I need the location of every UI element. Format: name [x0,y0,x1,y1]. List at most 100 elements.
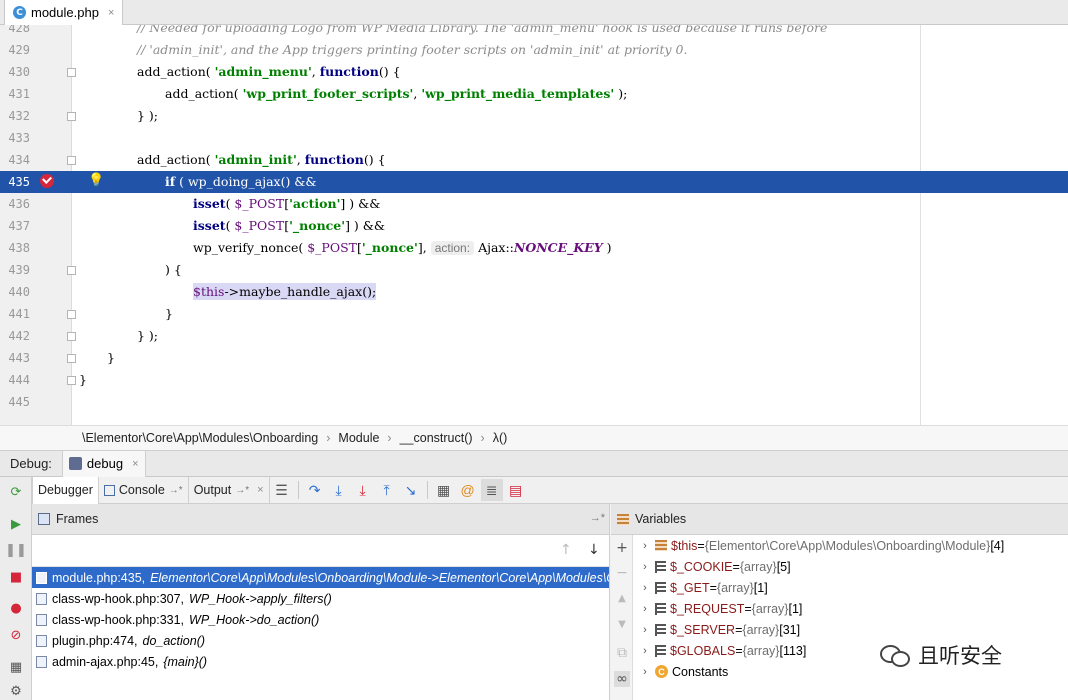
expand-caret-icon[interactable]: › [637,603,653,615]
fold-marker-icon[interactable] [67,266,76,275]
close-tab-icon[interactable]: × [108,7,114,19]
variable-row[interactable]: › $_GET = {array} [1] [633,577,1068,598]
variable-row[interactable]: › $this = {Elementor\Core\App\Modules\On… [633,535,1068,556]
code-line-435-execution-point: 435 💡 if ( wp_doing_ajax() && [0,171,1068,193]
evaluate-expression-icon[interactable]: ▦ [433,479,455,501]
breadcrumb-class[interactable]: Module [338,431,379,445]
frame-row[interactable]: class-wp-hook.php:307, WP_Hook->apply_fi… [32,588,609,609]
variable-row[interactable]: › $_REQUEST = {array} [1] [633,598,1068,619]
expand-caret-icon[interactable]: › [637,561,653,573]
php-file-icon [36,613,47,626]
expand-caret-icon[interactable]: › [637,582,653,594]
array-icon [655,581,666,594]
debug-session-tab[interactable]: debug × [61,450,146,477]
expand-caret-icon[interactable]: › [637,666,653,678]
line-number: 441 [8,307,30,321]
string-token: 'wp_print_media_templates' [421,86,615,101]
breadcrumb-closure[interactable]: λ() [493,431,508,445]
move-up-icon[interactable]: ▲ [614,593,630,609]
variable-equals: = [735,643,743,658]
frame-row[interactable]: admin-ajax.php:45, {main}() [32,651,609,672]
code-token: add_action( [165,86,243,101]
duplicate-watch-icon[interactable]: ⧉ [614,645,630,661]
array-icon [655,602,666,615]
move-down-icon[interactable]: ▼ [614,619,630,635]
frame-row[interactable]: module.php:435, Elementor\Core\App\Modul… [32,567,609,588]
tab-debugger[interactable]: Debugger [32,476,99,504]
add-watch-icon[interactable]: + [614,540,630,556]
next-frame-icon[interactable]: ↓ [588,542,600,558]
breadcrumb-separator: › [387,431,392,445]
code-editor[interactable]: 428 // Needed for uploading Logo from WP… [0,25,1068,425]
fold-marker-icon[interactable] [67,332,76,341]
watch-icon[interactable]: @ [457,479,479,501]
variable-row[interactable]: › C Constants [633,661,1068,682]
php-file-icon [36,655,47,668]
expand-caret-icon[interactable]: › [637,624,653,636]
fold-marker-icon[interactable] [67,68,76,77]
pin-icon[interactable]: →* [235,485,249,496]
editor-tab-module-php[interactable]: C module.php × [4,0,124,25]
pause-icon[interactable]: ❚❚ [5,542,27,558]
fold-marker-icon[interactable] [67,376,76,385]
variable-name: $_COOKIE [670,559,733,574]
step-into-icon[interactable]: ⤓ [328,479,350,501]
stop-icon[interactable]: ■ [8,569,24,585]
mute-breakpoints-icon[interactable]: ⊘ [8,627,24,643]
expand-caret-icon[interactable]: › [637,540,653,552]
lightbulb-icon[interactable]: 💡 [88,173,104,188]
variable-name: $_SERVER [670,622,736,637]
breadcrumb: \Elementor\Core\App\Modules\Onboarding ›… [0,425,1068,451]
debug-side-toolbar: ⟳ ▶ ❚❚ ■ ● ⊘ ▦ ⚙ [0,477,32,700]
breadcrumb-separator: › [326,431,331,445]
pin-icon[interactable]: →* [590,512,605,524]
expand-caret-icon[interactable]: › [637,645,653,657]
variable-row[interactable]: › $_COOKIE = {array} [5] [633,556,1068,577]
close-icon[interactable]: × [132,458,138,470]
variable-equals: = [697,538,705,553]
tab-output[interactable]: Output →* × [189,476,270,504]
frame-row[interactable]: plugin.php:474, do_action() [32,630,609,651]
view-breakpoints-icon[interactable]: ● [8,600,24,616]
step-out-icon[interactable]: ⤒ [376,479,398,501]
restore-layout-icon[interactable]: ▤ [505,479,527,501]
settings-gear-icon[interactable]: ⚙ [8,683,24,699]
frame-location: class-wp-hook.php:307, [52,591,185,606]
previous-frame-icon[interactable]: ↑ [560,542,572,558]
force-step-into-icon[interactable]: ⤓ [352,479,374,501]
breadcrumb-method[interactable]: __construct() [400,431,473,445]
variable-equals: = [732,559,740,574]
breadcrumb-separator: › [480,431,485,445]
variable-row[interactable]: › $_SERVER = {array} [31] [633,619,1068,640]
object-icon [655,540,667,551]
variables-header: Variables [611,504,1068,535]
tab-debugger-label: Debugger [38,483,93,497]
variable-tree: › $this = {Elementor\Core\App\Modules\On… [633,535,1068,682]
rerun-icon[interactable]: ⟳ [8,484,24,500]
show-values-toggle-icon[interactable]: ≣ [480,479,503,501]
breadcrumb-namespace[interactable]: \Elementor\Core\App\Modules\Onboarding [82,431,318,445]
frame-row[interactable]: class-wp-hook.php:331, WP_Hook->do_actio… [32,609,609,630]
close-icon[interactable]: × [257,484,263,496]
variable-equals: = [735,622,743,637]
pin-icon[interactable]: →* [169,485,183,496]
fold-marker-icon[interactable] [67,310,76,319]
show-execution-point-icon[interactable]: ☰ [271,479,293,501]
frame-list: module.php:435, Elementor\Core\App\Modul… [32,567,609,672]
variable-row[interactable]: › $GLOBALS = {array} [113] [633,640,1068,661]
watches-toggle-icon[interactable]: ∞ [614,671,630,687]
code-line-438: 438 wp_verify_nonce( $_POST['_nonce'], ac… [0,237,1068,259]
fold-marker-icon[interactable] [67,354,76,363]
code-text: $this->maybe_handle_ajax(); [193,283,377,300]
resume-icon[interactable]: ▶ [8,516,24,532]
step-over-icon[interactable]: ↷ [304,479,326,501]
fold-marker-icon[interactable] [67,112,76,121]
line-number: 444 [8,373,30,387]
breakpoint-hit-icon[interactable] [40,174,54,188]
fold-marker-icon[interactable] [67,156,76,165]
tab-console[interactable]: Console →* [99,476,189,504]
remove-watch-icon[interactable]: − [614,565,630,581]
code-line-429: 429 // 'admin_init', and the App trigger… [0,39,1068,61]
run-to-cursor-icon[interactable]: ↘ [400,479,422,501]
layout-icon[interactable]: ▦ [8,659,24,675]
